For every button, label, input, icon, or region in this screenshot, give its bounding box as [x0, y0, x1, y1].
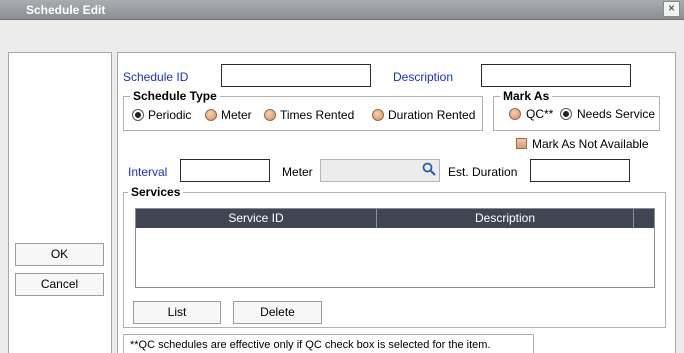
needs-service-label: Needs Service	[577, 107, 656, 121]
interval-input[interactable]	[180, 159, 270, 182]
description-input[interactable]	[481, 64, 631, 87]
est-duration-input[interactable]	[530, 159, 630, 182]
mark-not-available-checkbox[interactable]	[516, 138, 527, 149]
delete-button[interactable]: Delete	[233, 301, 322, 324]
services-table-header: Service ID Description	[136, 209, 654, 228]
cancel-button[interactable]: Cancel	[15, 273, 104, 296]
services-legend: Services	[128, 185, 184, 199]
periodic-label: Periodic	[148, 108, 192, 122]
meter-label: Meter	[282, 165, 313, 179]
schedule-form: Schedule ID Description Schedule Type Pe…	[117, 52, 676, 353]
description-column-header[interactable]: Description	[377, 211, 633, 225]
services-table[interactable]: Service ID Description	[135, 208, 655, 288]
times-rented-radio[interactable]	[264, 109, 276, 121]
service-id-column-header[interactable]: Service ID	[136, 211, 376, 225]
qc-radio[interactable]	[509, 108, 521, 120]
interval-label: Interval	[128, 165, 168, 179]
mark-as-legend: Mark As	[500, 89, 553, 103]
meter-radio[interactable]	[205, 109, 217, 121]
title-bar: Schedule Edit ×	[0, 0, 684, 20]
needs-service-radio[interactable]	[560, 108, 572, 120]
schedule-id-label: Schedule ID	[123, 70, 189, 84]
qc-label: QC**	[526, 107, 554, 121]
schedule-id-input[interactable]	[221, 64, 371, 87]
times-rented-label: Times Rented	[280, 108, 355, 122]
schedule-type-group: Schedule Type Periodic Meter Times Rente…	[123, 89, 483, 131]
qc-footnote: **QC schedules are effective only if QC …	[123, 334, 534, 353]
action-panel: OK Cancel	[8, 52, 112, 353]
duration-rented-label: Duration Rented	[388, 108, 476, 122]
column-divider	[633, 209, 634, 228]
ok-button[interactable]: OK	[15, 243, 104, 266]
duration-rented-radio[interactable]	[372, 109, 384, 121]
periodic-radio[interactable]	[132, 109, 144, 121]
mark-as-group: Mark As QC** Needs Service	[493, 89, 660, 131]
description-label: Description	[393, 70, 454, 84]
dialog-frame: OK Cancel Schedule ID Description Schedu…	[0, 20, 684, 353]
mark-not-available-label: Mark As Not Available	[532, 137, 649, 151]
meter-option-label: Meter	[221, 108, 252, 122]
list-button[interactable]: List	[133, 301, 221, 324]
close-button[interactable]: ×	[663, 1, 680, 17]
window-title: Schedule Edit	[26, 3, 106, 17]
schedule-type-legend: Schedule Type	[130, 89, 220, 103]
search-icon[interactable]	[422, 162, 436, 176]
est-duration-label: Est. Duration	[448, 165, 518, 179]
